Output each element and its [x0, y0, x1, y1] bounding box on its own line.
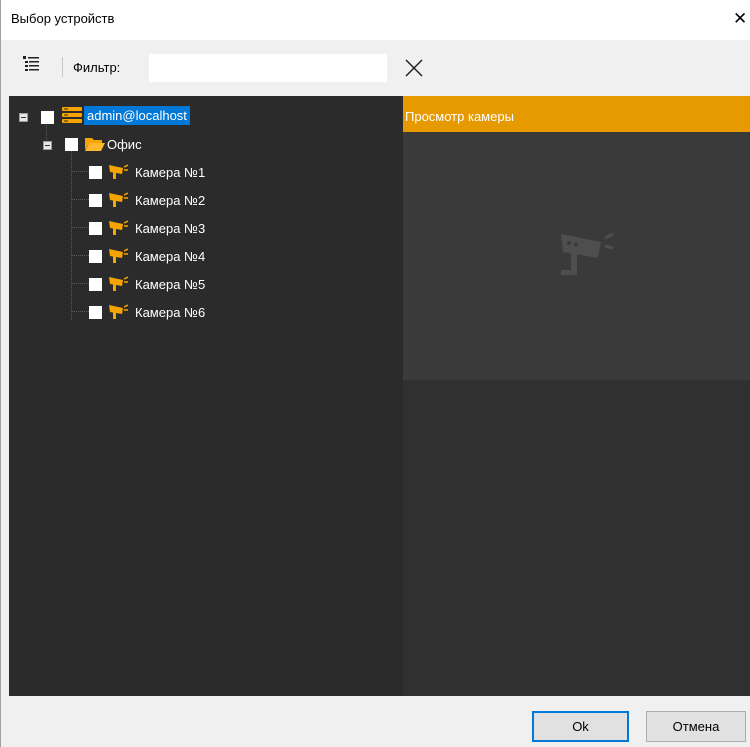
preview-area: [403, 132, 750, 380]
window-close-icon[interactable]: ✕: [733, 8, 750, 30]
camera-icon: [109, 276, 129, 291]
camera-placeholder-icon: [561, 232, 614, 275]
tree-node-label: Камера №6: [135, 305, 206, 320]
checkbox-camera[interactable]: [89, 194, 102, 207]
tree-node-root[interactable]: admin@localhost: [9, 105, 403, 127]
collapse-toggle[interactable]: [19, 113, 28, 122]
cancel-button[interactable]: Отмена: [646, 711, 746, 742]
checkbox-camera[interactable]: [89, 222, 102, 235]
dialog-footer: Ok Отмена: [1, 696, 750, 747]
tree-node-camera[interactable]: Камера №5: [9, 273, 403, 295]
checkbox-camera[interactable]: [89, 250, 102, 263]
checkbox-camera[interactable]: [89, 306, 102, 319]
checkbox-folder[interactable]: [65, 138, 78, 151]
camera-icon: [109, 192, 129, 207]
tree-node-camera[interactable]: Камера №2: [9, 189, 403, 211]
camera-icon: [109, 304, 129, 319]
preview-title: Просмотр камеры: [405, 109, 514, 124]
tree-node-camera[interactable]: Камера №6: [9, 301, 403, 323]
window-title: Выбор устройств: [11, 11, 115, 26]
camera-icon: [109, 164, 129, 179]
tree-node-label: Камера №4: [135, 249, 206, 264]
camera-icon: [109, 248, 129, 263]
tree-node-label: Камера №2: [135, 193, 206, 208]
tree-node-camera[interactable]: Камера №4: [9, 245, 403, 267]
collapse-toggle[interactable]: [43, 141, 52, 150]
tree-node-label: Офис: [107, 137, 142, 152]
ok-button[interactable]: Ok: [532, 711, 629, 742]
title-bar: Выбор устройств ✕: [1, 0, 750, 40]
toolbar: Фильтр:: [1, 40, 750, 95]
tree-connector: [72, 171, 89, 172]
toolbar-separator: [62, 57, 63, 77]
checkbox-camera[interactable]: [89, 278, 102, 291]
device-tree: admin@localhost Офис Камера №1 Камера №2…: [9, 96, 403, 696]
camera-icon: [109, 220, 129, 235]
filter-input[interactable]: [149, 54, 387, 82]
folder-open-icon: [85, 138, 105, 151]
list-view-icon[interactable]: [23, 55, 39, 73]
tree-node-label: admin@localhost: [84, 106, 190, 125]
tree-node-label: Камера №5: [135, 277, 206, 292]
tree-connector: [72, 283, 89, 284]
tree-node-label: Камера №3: [135, 221, 206, 236]
camera-preview-panel: Просмотр камеры: [403, 96, 750, 696]
device-selection-dialog: Выбор устройств ✕ Фильтр: admin@localhos…: [0, 0, 750, 747]
tree-connector: [72, 227, 89, 228]
filter-label: Фильтр:: [73, 60, 121, 75]
tree-node-camera[interactable]: Камера №1: [9, 161, 403, 183]
tree-node-folder[interactable]: Офис: [9, 133, 403, 155]
tree-connector: [72, 199, 89, 200]
clear-filter-icon[interactable]: [404, 58, 424, 78]
tree-node-label: Камера №1: [135, 165, 206, 180]
tree-connector: [72, 311, 89, 312]
tree-connector: [72, 255, 89, 256]
checkbox-root[interactable]: [41, 111, 54, 124]
tree-node-camera[interactable]: Камера №3: [9, 217, 403, 239]
server-icon: [62, 107, 82, 123]
checkbox-camera[interactable]: [89, 166, 102, 179]
preview-header: Просмотр камеры: [403, 96, 750, 132]
